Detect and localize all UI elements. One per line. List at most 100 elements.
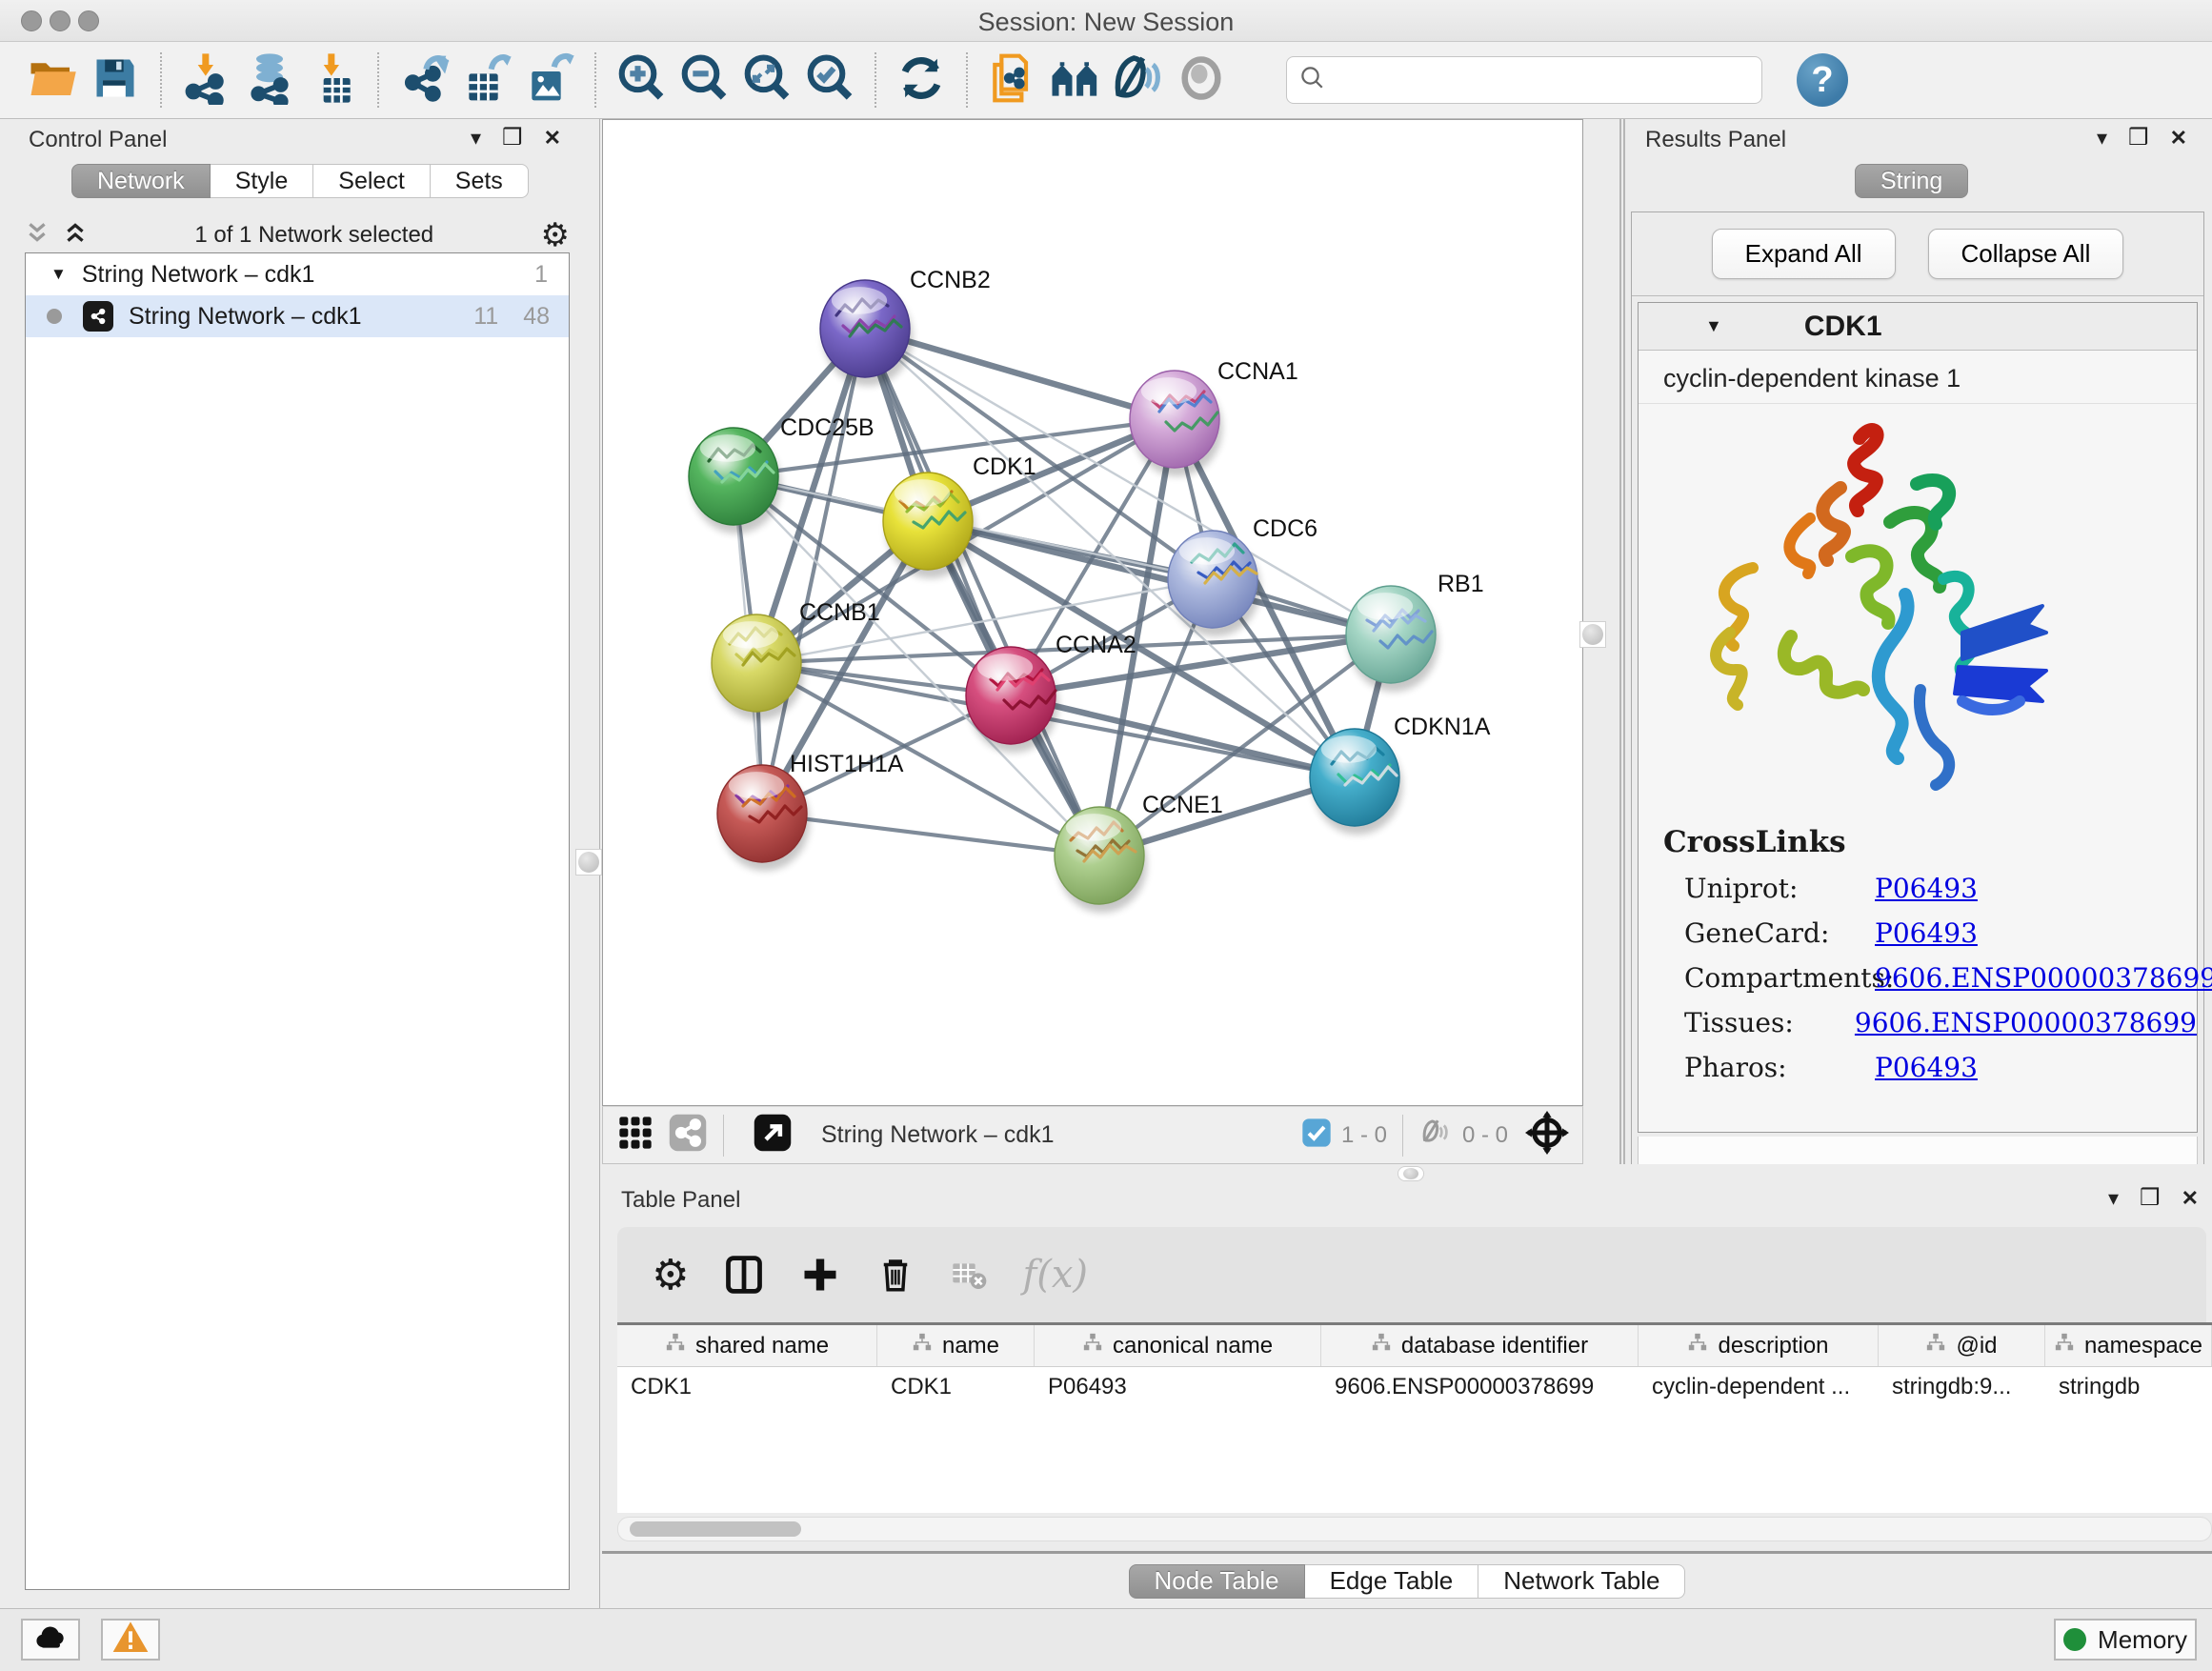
- tab-edge-table[interactable]: Edge Table: [1305, 1564, 1479, 1599]
- table-cell: CDK1: [617, 1367, 877, 1407]
- warnings-button[interactable]: [101, 1619, 160, 1661]
- table-hscrollbar[interactable]: [617, 1517, 2212, 1541]
- birdseye-toggle-icon[interactable]: [1525, 1111, 1569, 1159]
- gene-section-header[interactable]: ▼ CDK1: [1639, 303, 2197, 351]
- pharos-link[interactable]: P06493: [1875, 1052, 1978, 1083]
- import-database-button[interactable]: [238, 49, 301, 111]
- zoom-in-button[interactable]: [610, 49, 673, 111]
- save-session-button[interactable]: [84, 49, 147, 111]
- tab-select[interactable]: Select: [313, 164, 430, 198]
- network-collection-row[interactable]: ▼ String Network – cdk1 1: [26, 253, 569, 295]
- network-node-count: 11: [473, 303, 498, 331]
- network-canvas[interactable]: CCNB2CCNA1CDC25BCDK1CDC6RB1CCNB1CCNA2CDK…: [602, 119, 1583, 1106]
- compartments-link[interactable]: 9606.ENSP00000378699: [1875, 962, 2212, 994]
- import-table-button[interactable]: [301, 49, 364, 111]
- hide-selected-button[interactable]: [1107, 49, 1170, 111]
- column-header-0[interactable]: shared name: [617, 1325, 877, 1366]
- selected-checkbox-icon[interactable]: [1301, 1117, 1332, 1153]
- open-file-button[interactable]: [21, 49, 84, 111]
- column-header-2[interactable]: canonical name: [1035, 1325, 1321, 1366]
- import-network-button[interactable]: [175, 49, 238, 111]
- float-results-icon[interactable]: ❒: [2128, 127, 2149, 150]
- tab-node-table[interactable]: Node Table: [1129, 1564, 1305, 1599]
- share-view-icon[interactable]: [668, 1113, 708, 1158]
- search-box: [1286, 56, 1762, 104]
- column-header-6[interactable]: namespace: [2045, 1325, 2212, 1366]
- bottom-splitter-handle[interactable]: [1398, 1166, 1424, 1181]
- tissues-link[interactable]: 9606.ENSP00000378699: [1855, 1007, 2197, 1038]
- float-panel-icon[interactable]: ❒: [502, 127, 523, 150]
- collapse-panel-icon[interactable]: ▾: [471, 128, 481, 149]
- tab-string[interactable]: String: [1855, 164, 1968, 198]
- table-row[interactable]: CDK1CDK1P064939606.ENSP00000378699cyclin…: [617, 1367, 2212, 1407]
- column-header-3[interactable]: database identifier: [1321, 1325, 1639, 1366]
- create-column-plus-icon[interactable]: [799, 1254, 841, 1296]
- memory-status-dot: [2063, 1628, 2086, 1651]
- current-network-dot: [47, 309, 62, 324]
- close-results-icon[interactable]: ✕: [2170, 128, 2187, 149]
- hidden-eye-icon[interactable]: [1418, 1116, 1453, 1155]
- show-all-button[interactable]: [1170, 49, 1233, 111]
- help-button[interactable]: ?: [1797, 53, 1848, 107]
- search-icon: [1298, 64, 1327, 97]
- open-in-new-window-icon[interactable]: [753, 1113, 793, 1158]
- export-image-button[interactable]: [518, 49, 581, 111]
- expand-all-button[interactable]: Expand All: [1712, 229, 1896, 279]
- column-header-5[interactable]: @id: [1879, 1325, 2045, 1366]
- network-row[interactable]: String Network – cdk1 11 48: [26, 295, 569, 337]
- selected-count: 1 - 0: [1341, 1122, 1387, 1149]
- export-table-icon: [460, 51, 513, 110]
- results-panel-title: Results Panel: [1645, 127, 1786, 152]
- zoom-fit-button[interactable]: [735, 49, 798, 111]
- table-settings-gear-icon[interactable]: ⚙: [652, 1251, 689, 1299]
- collapse-table-icon[interactable]: ▾: [2108, 1188, 2119, 1209]
- tab-sets[interactable]: Sets: [431, 164, 529, 198]
- memory-button[interactable]: Memory: [2054, 1619, 2197, 1661]
- table-header-row: shared namenamecanonical namedatabase id…: [617, 1325, 2212, 1367]
- warning-icon: [111, 1619, 150, 1661]
- genecard-link[interactable]: P06493: [1875, 917, 1978, 949]
- svg-text:CCNA1: CCNA1: [1217, 358, 1298, 385]
- search-input[interactable]: [1327, 67, 1727, 93]
- collection-expander-icon[interactable]: ▼: [50, 265, 67, 284]
- close-table-icon[interactable]: ✕: [2182, 1188, 2199, 1209]
- collapse-results-icon[interactable]: ▾: [2097, 128, 2107, 149]
- first-neighbors-button[interactable]: [1044, 49, 1107, 111]
- tab-network[interactable]: Network: [71, 164, 211, 198]
- right-splitter-handle[interactable]: [1579, 621, 1606, 648]
- column-tree-icon: [1082, 1332, 1103, 1359]
- show-columns-icon[interactable]: [723, 1254, 765, 1296]
- delete-table-icon: [950, 1256, 988, 1294]
- collapse-all-button[interactable]: Collapse All: [1928, 229, 2124, 279]
- export-network-button[interactable]: [392, 49, 455, 111]
- column-header-4[interactable]: description: [1639, 1325, 1879, 1366]
- import-database-icon: [243, 51, 296, 110]
- zoom-selected-button[interactable]: [798, 49, 861, 111]
- tab-style[interactable]: Style: [211, 164, 314, 198]
- crosslink-label: Pharos:: [1684, 1052, 1875, 1083]
- grid-view-icon[interactable]: [616, 1114, 654, 1157]
- refresh-layout-button[interactable]: [890, 49, 953, 111]
- uniprot-link[interactable]: P06493: [1875, 873, 1978, 904]
- collapse-all-networks-icon[interactable]: [63, 220, 88, 252]
- gene-expander-icon[interactable]: ▼: [1705, 316, 1722, 336]
- svg-text:CCNB1: CCNB1: [799, 599, 880, 626]
- network-node-CDKN1A: CDKN1A: [1310, 714, 1491, 835]
- export-table-button[interactable]: [455, 49, 518, 111]
- cloud-button[interactable]: [21, 1619, 80, 1661]
- hscrollbar-thumb[interactable]: [630, 1521, 801, 1537]
- collection-count: 1: [534, 261, 548, 289]
- string-results-container: Expand All Collapse All ▼ CDK1 cyclin-de…: [1631, 211, 2204, 1253]
- expand-all-networks-icon[interactable]: [25, 220, 50, 252]
- zoom-out-button[interactable]: [673, 49, 735, 111]
- clone-network-button[interactable]: [981, 49, 1044, 111]
- zoom-in-icon: [614, 51, 668, 110]
- column-header-1[interactable]: name: [877, 1325, 1035, 1366]
- delete-column-trash-icon[interactable]: [875, 1255, 915, 1295]
- float-table-icon[interactable]: ❒: [2140, 1187, 2161, 1210]
- close-panel-icon[interactable]: ✕: [544, 128, 561, 149]
- tab-network-table[interactable]: Network Table: [1478, 1564, 1685, 1599]
- network-options-gear-icon[interactable]: ⚙: [541, 216, 570, 254]
- left-splitter-handle[interactable]: [575, 849, 602, 876]
- table-cell: stringdb:9...: [1879, 1367, 2045, 1407]
